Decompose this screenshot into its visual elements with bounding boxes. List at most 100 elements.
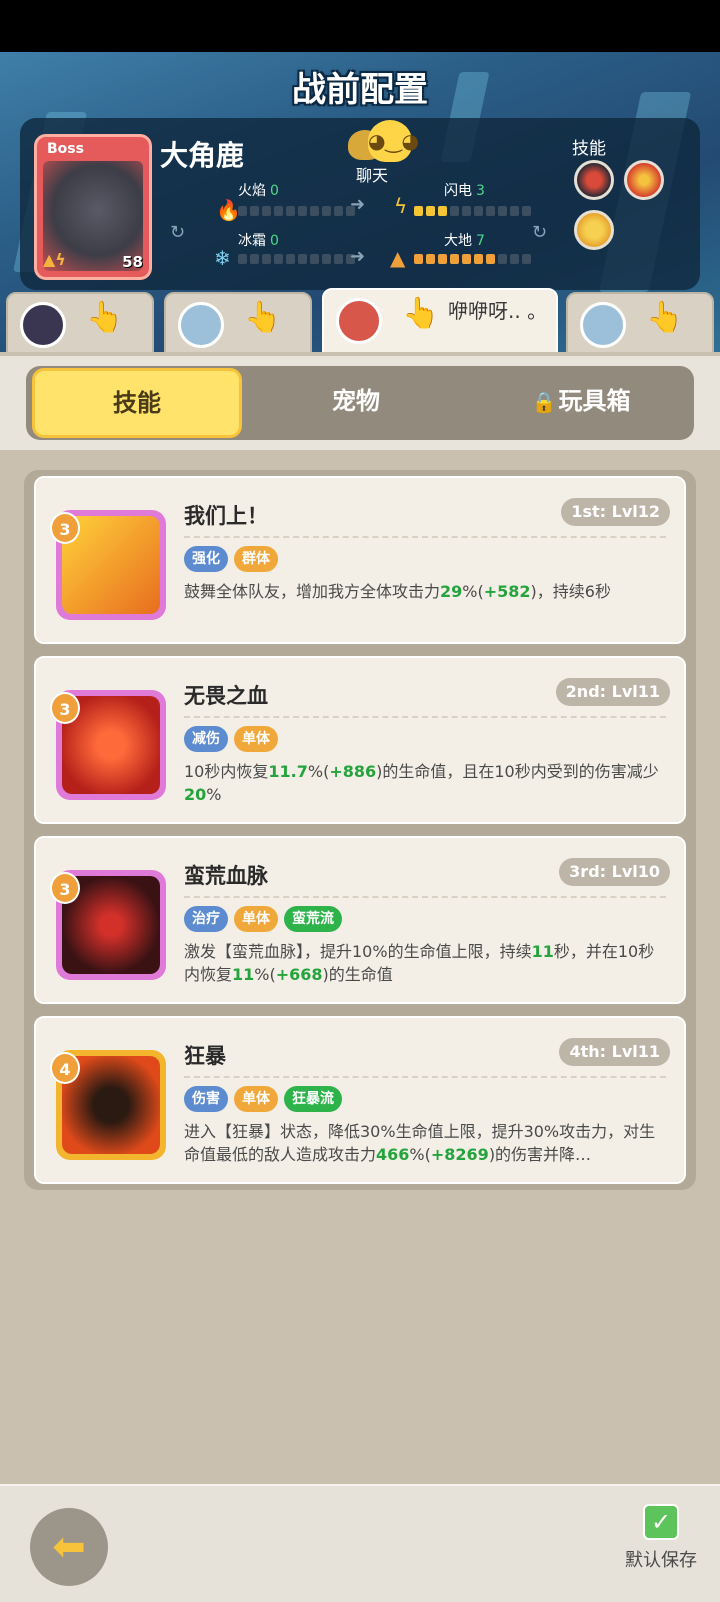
swap-arrow-icon: ➜ (350, 194, 366, 215)
divider (184, 716, 666, 718)
mountain-icon: ▲ (390, 246, 406, 270)
tab-pets[interactable]: 宠物 (256, 366, 456, 436)
stat-bar-segment (522, 206, 531, 216)
hero-avatar (178, 302, 224, 348)
stat-bar-segment (474, 206, 483, 216)
skill-tag: 狂暴流 (284, 1086, 342, 1112)
hero-avatar (336, 298, 382, 344)
stat-bar-segment (262, 206, 271, 216)
skill-rank-badge: 4th: Lvl11 (559, 1038, 670, 1066)
hero-tab-2[interactable]: 👆 (164, 292, 312, 352)
skill-card[interactable]: 3 无畏之血 2nd: Lvl11 减伤 单体 10秒内恢复11.7%(+886)的生命值… (34, 656, 686, 824)
stat-frost-label: 冰霜 (238, 233, 266, 249)
tab-toybox-label: 玩具箱 (558, 387, 631, 415)
stat-bar-segment (438, 206, 447, 216)
skill-description: 鼓舞全体队友，增加我方全体攻击力29%(+582)，持续6秒 (184, 580, 664, 603)
stat-bar-segment (426, 254, 435, 264)
stat-bar-segment (510, 206, 519, 216)
chat-button[interactable]: ◕‿◕ 聊天 (342, 120, 422, 185)
skill-tags: 减伤 单体 (184, 726, 278, 752)
stat-bar-segment (474, 254, 483, 264)
stat-bar-segment (238, 254, 247, 264)
skill-description-text: 激发【蛮荒血脉】，提升10%的生命值上限，持续 (184, 942, 532, 961)
stat-bar-segment (322, 206, 331, 216)
stat-frost-bar (238, 254, 355, 264)
stat-bar-segment (498, 206, 507, 216)
skill-description: 进入【狂暴】状态，降低30%生命值上限，提升30%攻击力，对生命值最低的敌人造成… (184, 1120, 664, 1166)
hero-tab-3[interactable]: 👆 咿咿呀.. 。 (322, 288, 558, 352)
stat-bar-segment (522, 254, 531, 264)
boss-level: 58 (122, 253, 143, 271)
stat-bar-segment (414, 206, 423, 216)
skill-description-text: )，持续6秒 (530, 582, 611, 601)
stat-frost-value: 0 (270, 233, 279, 249)
skill-card[interactable]: 3 蛮荒血脉 3rd: Lvl10 治疗 单体 蛮荒流 激发【蛮荒血脉】，提升10%的生命值… (34, 836, 686, 1004)
skill-description-text: %( (409, 1145, 431, 1164)
chat-face-icon: ◕‿◕ (368, 120, 419, 162)
skill-tag: 伤害 (184, 1086, 228, 1112)
skill-tags: 强化 群体 (184, 546, 278, 572)
skill-card[interactable]: 3 我们上！ 1st: Lvl12 强化 群体 鼓舞全体队友，增加我方全体攻击力29%(+… (34, 476, 686, 644)
stat-bar-segment (250, 206, 259, 216)
bottom-bar: ⬅ ✓ 默认保存 (0, 1484, 720, 1602)
hero-tab-4[interactable]: 👆 (566, 292, 714, 352)
category-tab-bar: 技能 宠物 🔒玩具箱 (26, 366, 694, 440)
skill-name: 狂暴 (184, 1044, 226, 1068)
stat-lightning: 闪电 3 (444, 180, 485, 200)
boss-element-icon: ▲ϟ (43, 250, 66, 269)
stat-bar-segment (462, 206, 471, 216)
stat-fire-value: 0 (270, 183, 279, 199)
save-label: 默认保存 (625, 1550, 697, 1571)
cycle-arrow-icon: ↻ (532, 222, 548, 243)
boss-name: 大角鹿 (160, 139, 245, 172)
hero-avatar (580, 302, 626, 348)
skill-cost-badge: 4 (50, 1052, 80, 1084)
stat-bar-segment (486, 254, 495, 264)
skill-description-text: %( (462, 582, 484, 601)
skill-tag: 治疗 (184, 906, 228, 932)
hero-tab-1[interactable]: 👆 (6, 292, 154, 352)
stat-bar-segment (286, 254, 295, 264)
skill-tag: 单体 (234, 1086, 278, 1112)
skill-tags: 治疗 单体 蛮荒流 (184, 906, 342, 932)
stat-lightning-label: 闪电 (444, 183, 472, 199)
skill-description-text: % (206, 785, 222, 804)
tab-skills[interactable]: 技能 (32, 368, 242, 438)
stat-bar-segment (334, 206, 343, 216)
skill-description-text: )的伤害并降… (488, 1145, 592, 1164)
stat-bar-segment (438, 254, 447, 264)
boss-card[interactable]: Boss ▲ϟ 58 (34, 134, 152, 280)
boss-panel: Boss ▲ϟ 58 大角鹿 ◕‿◕ 聊天 火焰 0 🔥 闪电 3 ϟ 冰霜 0 ❄ (20, 118, 700, 290)
skill-name: 无畏之血 (184, 684, 268, 708)
stat-bar-segment (486, 206, 495, 216)
stat-bar-segment (262, 254, 271, 264)
back-button[interactable]: ⬅ (30, 1508, 108, 1586)
skill-tag: 减伤 (184, 726, 228, 752)
tap-hand-icon: 👆 (402, 296, 440, 331)
skill-tag: 蛮荒流 (284, 906, 342, 932)
stat-bar-segment (510, 254, 519, 264)
skill-value-highlight: 466 (376, 1145, 410, 1164)
boss-skills-label: 技能 (572, 139, 606, 159)
stat-earth-bar (414, 254, 531, 264)
skill-tags: 伤害 单体 狂暴流 (184, 1086, 342, 1112)
stat-bar-segment (310, 254, 319, 264)
stat-frost: 冰霜 0 (238, 230, 279, 250)
divider (184, 536, 666, 538)
hero-speech: 咿咿呀.. 。 (448, 299, 548, 323)
boss-skill-1-icon[interactable] (574, 160, 614, 200)
stat-bar-segment (298, 206, 307, 216)
skill-description-text: )的生命值 (322, 965, 393, 984)
tab-toybox[interactable]: 🔒玩具箱 (476, 366, 686, 436)
back-arrow-icon: ⬅ (52, 1524, 86, 1570)
boss-skill-2-icon[interactable] (624, 160, 664, 200)
default-save-toggle[interactable]: ✓ 默认保存 (616, 1504, 706, 1584)
skill-description: 10秒内恢复11.7%(+886)的生命值，且在10秒内受到的伤害减少 20% (184, 760, 664, 806)
stat-bar-segment (286, 206, 295, 216)
skill-card[interactable]: 4 狂暴 4th: Lvl11 伤害 单体 狂暴流进入【狂暴】状态，降低30%生命值上限，… (34, 1016, 686, 1184)
status-bar (0, 0, 720, 52)
skill-value-highlight: 11.7 (268, 762, 308, 781)
stat-bar-segment (450, 206, 459, 216)
boss-skill-3-icon[interactable] (574, 210, 614, 250)
cycle-arrow-icon: ↻ (170, 222, 186, 243)
